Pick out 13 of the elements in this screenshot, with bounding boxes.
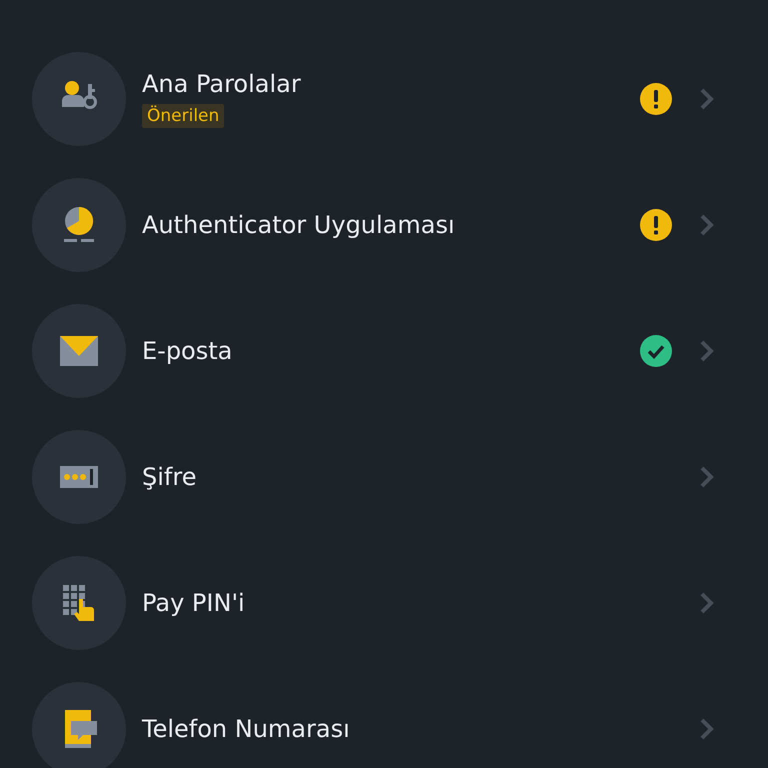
chevron-right-icon[interactable] [700, 340, 714, 362]
chevron-right-icon[interactable] [700, 214, 714, 236]
item-title: E-posta [142, 337, 232, 365]
chevron-right-icon[interactable] [700, 88, 714, 110]
item-title: Authenticator Uygulaması [142, 211, 455, 239]
item-title: Pay PIN'i [142, 589, 245, 617]
item-title: Telefon Numarası [142, 715, 350, 743]
chevron-right-icon[interactable] [700, 592, 714, 614]
recommended-tag: Önerilen [142, 104, 224, 128]
item-title: Ana Parolalar [142, 70, 301, 98]
item-title: Şifre [142, 463, 196, 491]
chevron-right-icon[interactable] [700, 466, 714, 488]
chevron-right-icon[interactable] [700, 718, 714, 740]
